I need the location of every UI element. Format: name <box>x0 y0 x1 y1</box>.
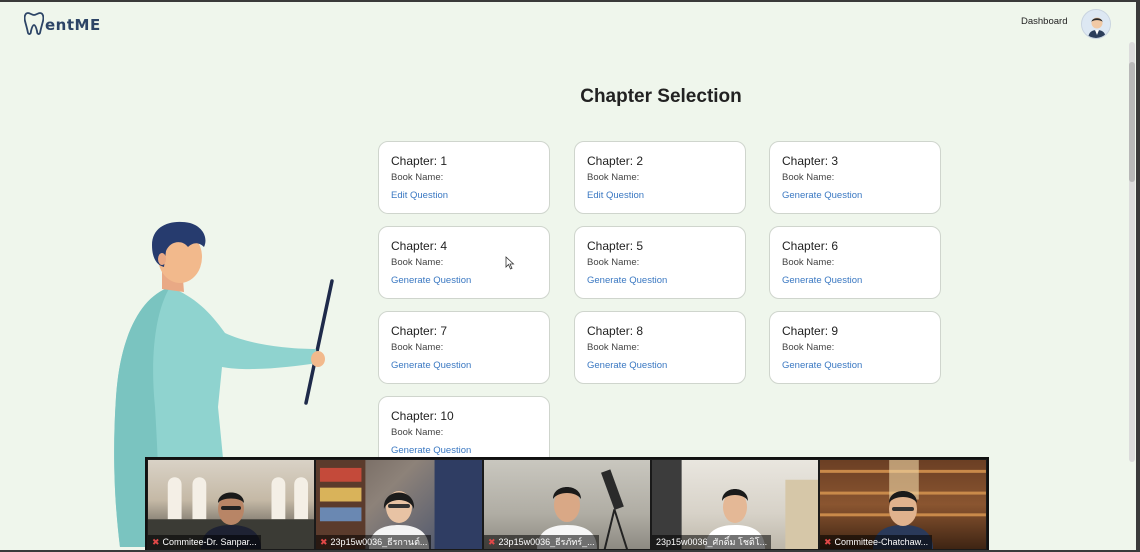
chapter-title: Chapter: 10 <box>391 409 454 423</box>
mic-muted-icon: ✖ <box>824 537 832 547</box>
participant-name: 23p15w0036_ธีรภัทร์_... <box>498 537 595 547</box>
chapter-card-9[interactable]: Chapter: 9 Book Name: Generate Question <box>769 311 941 384</box>
chapter-card-7[interactable]: Chapter: 7 Book Name: Generate Question <box>378 311 550 384</box>
chapter-title: Chapter: 5 <box>587 239 644 253</box>
participant-tile[interactable]: ✖ Commitee-Dr. Sanpar... <box>148 460 314 549</box>
participant-name: Committee-Chatchaw... <box>834 537 929 547</box>
book-name-label: Book Name: <box>587 257 640 268</box>
logo-text: entME <box>45 16 101 34</box>
mic-muted-icon: ✖ <box>488 537 496 547</box>
generate-question-link[interactable]: Generate Question <box>782 275 862 287</box>
participant-name-bar: ✖ Commitee-Dr. Sanpar... <box>148 535 261 549</box>
tooth-logo-icon <box>24 12 44 35</box>
chapter-card-1[interactable]: Chapter: 1 Book Name: Edit Question <box>378 141 550 214</box>
book-name-label: Book Name: <box>587 342 640 353</box>
book-name-label: Book Name: <box>782 172 835 183</box>
generate-question-link[interactable]: Generate Question <box>391 445 471 457</box>
chapter-card-3[interactable]: Chapter: 3 Book Name: Generate Question <box>769 141 941 214</box>
generate-question-link[interactable]: Generate Question <box>782 190 862 202</box>
edit-question-link[interactable]: Edit Question <box>391 190 448 202</box>
chapter-card-8[interactable]: Chapter: 8 Book Name: Generate Question <box>574 311 746 384</box>
participant-tile[interactable]: ✖ 23p15w0036_ธีรกานต์... <box>316 460 482 549</box>
app-page: entME Dashboard Chapter Selection Chapte… <box>0 2 1136 550</box>
mic-muted-icon: ✖ <box>152 537 160 547</box>
participant-name-bar: ✖ Committee-Chatchaw... <box>820 535 933 549</box>
generate-question-link[interactable]: Generate Question <box>391 275 471 287</box>
video-call-strip: ✖ Commitee-Dr. Sanpar... ✖ 23p15w0036_ธี… <box>145 457 989 550</box>
app-logo[interactable]: entME <box>24 10 101 36</box>
chapter-card-4[interactable]: Chapter: 4 Book Name: Generate Question <box>378 226 550 299</box>
nav-dashboard-link[interactable]: Dashboard <box>1021 16 1067 27</box>
participant-name: 23p15w0036_ธีรกานต์... <box>330 537 428 547</box>
page-title: Chapter Selection <box>580 86 742 107</box>
book-name-label: Book Name: <box>391 257 444 268</box>
mic-muted-icon: ✖ <box>320 537 328 547</box>
scrollbar-thumb[interactable] <box>1129 62 1135 182</box>
chapter-title: Chapter: 7 <box>391 324 448 338</box>
user-avatar[interactable] <box>1081 9 1111 39</box>
chapter-card-2[interactable]: Chapter: 2 Book Name: Edit Question <box>574 141 746 214</box>
book-name-label: Book Name: <box>391 342 444 353</box>
mouse-cursor-icon <box>505 256 515 270</box>
chapter-title: Chapter: 8 <box>587 324 644 338</box>
book-name-label: Book Name: <box>391 172 444 183</box>
book-name-label: Book Name: <box>782 342 835 353</box>
page-scrollbar[interactable] <box>1129 42 1135 462</box>
participant-tile[interactable]: ✖ 23p15w0036_ธีรภัทร์_... <box>484 460 650 549</box>
participant-name-bar: ✖ 23p15w0036_ธีรภัทร์_... <box>484 535 599 549</box>
chapter-card-6[interactable]: Chapter: 6 Book Name: Generate Question <box>769 226 941 299</box>
chapter-title: Chapter: 6 <box>782 239 839 253</box>
book-name-label: Book Name: <box>587 172 640 183</box>
chapter-title: Chapter: 2 <box>587 154 644 168</box>
chapter-card-5[interactable]: Chapter: 5 Book Name: Generate Question <box>574 226 746 299</box>
user-avatar-icon <box>1082 10 1110 38</box>
generate-question-link[interactable]: Generate Question <box>587 275 667 287</box>
chapter-title: Chapter: 4 <box>391 239 448 253</box>
book-name-label: Book Name: <box>782 257 835 268</box>
chapter-title: Chapter: 9 <box>782 324 839 338</box>
chapter-title: Chapter: 1 <box>391 154 448 168</box>
generate-question-link[interactable]: Generate Question <box>782 360 862 372</box>
participant-name-bar: ✖ 23p15w0036_ธีรกานต์... <box>316 535 432 549</box>
generate-question-link[interactable]: Generate Question <box>587 360 667 372</box>
participant-name: 23p15w0036_ศักดิ์ม โชติโ... <box>656 537 768 547</box>
book-name-label: Book Name: <box>391 427 444 438</box>
participant-name-bar: 23p15w0036_ศักดิ์ม โชติโ... <box>652 535 772 549</box>
participant-name: Commitee-Dr. Sanpar... <box>162 537 257 547</box>
generate-question-link[interactable]: Generate Question <box>391 360 471 372</box>
chapter-title: Chapter: 3 <box>782 154 839 168</box>
participant-tile[interactable]: 23p15w0036_ศักดิ์ม โชติโ... <box>652 460 818 549</box>
edit-question-link[interactable]: Edit Question <box>587 190 644 202</box>
participant-tile[interactable]: ✖ Committee-Chatchaw... <box>820 460 986 549</box>
